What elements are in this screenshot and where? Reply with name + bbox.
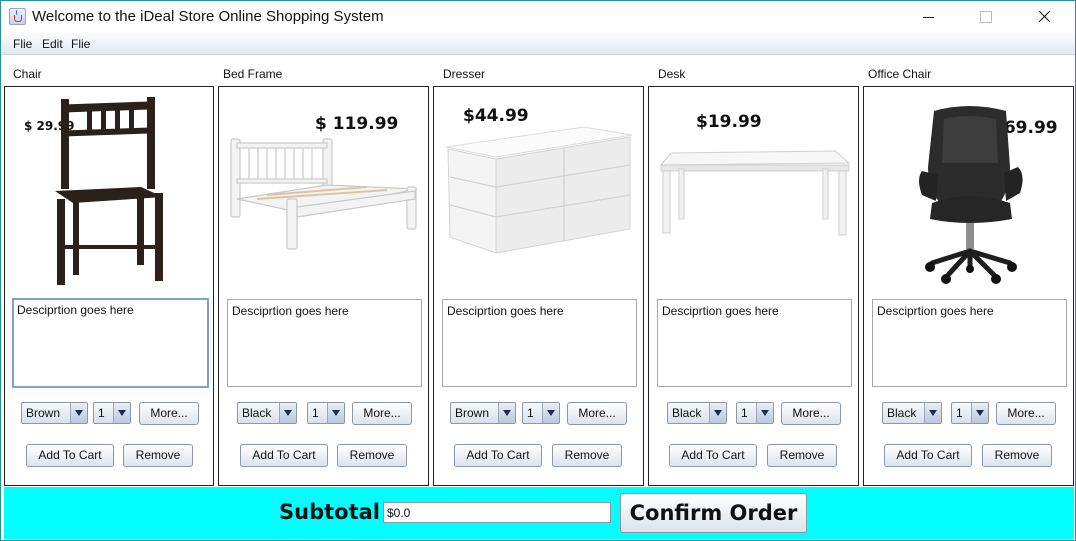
more-button-bed-frame[interactable]: More... <box>352 402 412 425</box>
color-value-bed-frame: Black <box>242 406 272 420</box>
quantity-value-office-chair: 1 <box>956 406 963 420</box>
chevron-down-icon <box>756 403 773 423</box>
color-value-desk: Black <box>672 406 702 420</box>
color-value-chair: Brown <box>26 406 61 420</box>
maximize-button[interactable] <box>957 1 1015 33</box>
quantity-select-chair[interactable]: 1 <box>93 402 131 424</box>
product-label-office-chair: Office Chair <box>868 67 932 81</box>
confirm-order-button[interactable]: Confirm Order <box>620 493 807 533</box>
color-value-office-chair: Black <box>887 406 917 420</box>
remove-button-bed-frame[interactable]: Remove <box>337 444 407 467</box>
add-to-cart-button-chair[interactable]: Add To Cart <box>26 444 114 467</box>
remove-button-dresser[interactable]: Remove <box>552 444 622 467</box>
chevron-down-icon <box>279 403 296 423</box>
color-value-dresser: Brown <box>455 406 490 420</box>
product-panel-chair: $ 29.99 Desciprtion goes here Brown 1 Mo… <box>4 86 214 486</box>
color-select-dresser[interactable]: Brown <box>450 402 516 424</box>
close-button[interactable] <box>1015 1 1073 33</box>
color-select-desk[interactable]: Black <box>667 402 727 424</box>
quantity-select-desk[interactable]: 1 <box>736 402 774 424</box>
more-button-chair[interactable]: More... <box>139 402 199 425</box>
more-button-desk[interactable]: More... <box>781 402 841 425</box>
remove-button-office-chair[interactable]: Remove <box>982 444 1052 467</box>
color-select-bed-frame[interactable]: Black <box>237 402 297 424</box>
price-desk: $19.99 <box>696 112 762 132</box>
chevron-down-icon <box>70 403 87 423</box>
quantity-select-office-chair[interactable]: 1 <box>951 402 989 424</box>
minimize-button[interactable] <box>899 1 957 33</box>
quantity-value-chair: 1 <box>98 406 105 420</box>
quantity-value-dresser: 1 <box>527 406 534 420</box>
chevron-down-icon <box>498 403 515 423</box>
description-office-chair[interactable]: Desciprtion goes here <box>872 299 1067 387</box>
price-dresser: $44.99 <box>463 106 529 126</box>
chair-image <box>55 97 163 285</box>
menu-file-2[interactable]: Flie <box>71 37 90 51</box>
add-to-cart-button-bed-frame[interactable]: Add To Cart <box>240 444 328 467</box>
product-panel-bed-frame: $ 119.99 Desciprtion goes here Black 1 M… <box>218 86 429 486</box>
dresser-image <box>445 126 633 254</box>
color-select-office-chair[interactable]: Black <box>882 402 942 424</box>
chevron-down-icon <box>971 403 988 423</box>
app-window: Welcome to the iDeal Store Online Shoppi… <box>0 0 1076 541</box>
description-bed-frame[interactable]: Desciprtion goes here <box>227 299 422 387</box>
product-panel-office-chair: $69.99 Desciprtion goes here Black 1 Mor… <box>863 86 1074 486</box>
order-footer: Subtotal $0.0 Confirm Order <box>4 487 1074 539</box>
title-bar: Welcome to the iDeal Store Online Shoppi… <box>1 1 1075 33</box>
desk-image <box>659 150 851 236</box>
chevron-down-icon <box>113 403 130 423</box>
quantity-select-bed-frame[interactable]: 1 <box>307 402 345 424</box>
chevron-down-icon <box>542 403 559 423</box>
product-label-bed-frame: Bed Frame <box>223 67 283 81</box>
description-desk[interactable]: Desciprtion goes here <box>657 299 852 387</box>
subtotal-field[interactable]: $0.0 <box>383 502 611 523</box>
more-button-office-chair[interactable]: More... <box>996 402 1056 425</box>
color-select-chair[interactable]: Brown <box>21 402 88 424</box>
product-label-chair: Chair <box>13 67 42 81</box>
menu-edit[interactable]: Edit <box>42 37 63 51</box>
product-label-dresser: Dresser <box>443 67 486 81</box>
add-to-cart-button-desk[interactable]: Add To Cart <box>669 444 757 467</box>
menu-bar: Flie Edit Flie <box>1 33 1075 55</box>
add-to-cart-button-office-chair[interactable]: Add To Cart <box>884 444 972 467</box>
java-app-icon <box>9 8 26 25</box>
quantity-value-bed-frame: 1 <box>312 406 319 420</box>
product-label-desk: Desk <box>658 67 686 81</box>
product-panel-desk: $19.99 Desciprtion goes here Black 1 Mor… <box>648 86 859 486</box>
add-to-cart-button-dresser[interactable]: Add To Cart <box>454 444 542 467</box>
window-title: Welcome to the iDeal Store Online Shoppi… <box>32 8 384 25</box>
menu-file[interactable]: Flie <box>13 37 32 51</box>
description-chair[interactable]: Desciprtion goes here <box>12 298 209 388</box>
chevron-down-icon <box>924 403 941 423</box>
chevron-down-icon <box>709 403 726 423</box>
description-dresser[interactable]: Desciprtion goes here <box>442 299 637 387</box>
remove-button-chair[interactable]: Remove <box>123 444 193 467</box>
chevron-down-icon <box>327 403 344 423</box>
more-button-dresser[interactable]: More... <box>567 402 627 425</box>
product-panel-dresser: $44.99 Desciprtion goes here Brown 1 Mor… <box>433 86 644 486</box>
subtotal-label: Subtotal <box>279 500 380 524</box>
bed-frame-image <box>230 138 418 250</box>
price-bed-frame: $ 119.99 <box>315 114 399 134</box>
remove-button-desk[interactable]: Remove <box>767 444 837 467</box>
office-chair-image <box>919 106 1023 284</box>
quantity-value-desk: 1 <box>741 406 748 420</box>
quantity-select-dresser[interactable]: 1 <box>522 402 560 424</box>
